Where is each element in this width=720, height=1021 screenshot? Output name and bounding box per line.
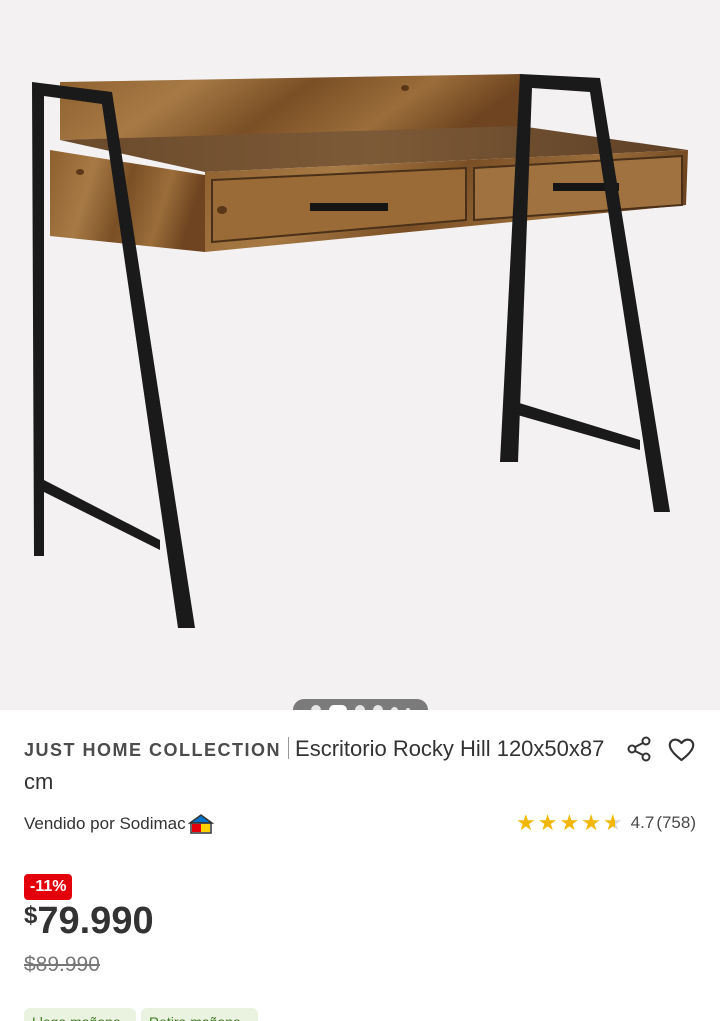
product-image (32, 74, 688, 628)
old-price: $89.990 (24, 953, 100, 976)
gallery-pagination[interactable] (293, 699, 428, 710)
gallery-dot[interactable] (373, 705, 383, 710)
title-separator (288, 737, 290, 759)
rating-value: 4.7 (630, 813, 655, 832)
gallery-dot-active[interactable] (329, 705, 347, 710)
pickup-chip[interactable]: Retira mañana (141, 1008, 258, 1021)
current-price: $79.990 (24, 900, 154, 943)
product-rating[interactable]: ★ ★ ★ ★ ★ 4.7 (758) (516, 812, 696, 834)
gallery-dot[interactable] (391, 706, 398, 710)
share-icon[interactable] (626, 736, 652, 762)
star-icon: ★ (559, 810, 580, 835)
seller-text: Vendido por Sodimac (24, 814, 186, 833)
star-half-icon: ★ (602, 810, 623, 835)
star-icon: ★ (537, 810, 558, 835)
product-title: JUST HOME COLLECTION Escritorio Rocky Hil… (24, 734, 614, 800)
discount-badge: -11% (24, 874, 73, 900)
product-image-gallery[interactable] (0, 0, 720, 710)
rating-count: (758) (656, 813, 696, 832)
star-icon: ★ (516, 810, 536, 835)
star-icon: ★ (581, 810, 601, 835)
seller-info: Vendido por Sodimac (24, 813, 214, 835)
currency-symbol: $ (24, 902, 38, 929)
gallery-dot[interactable] (311, 705, 321, 710)
delivery-chip[interactable]: Llega mañana (24, 1008, 136, 1021)
sodimac-house-logo (187, 814, 214, 834)
gallery-dot[interactable] (355, 705, 365, 710)
gallery-dot[interactable] (406, 708, 410, 710)
heart-icon[interactable] (667, 736, 696, 763)
product-brand[interactable]: JUST HOME COLLECTION (24, 740, 281, 760)
price-amount: 79.990 (37, 900, 154, 942)
